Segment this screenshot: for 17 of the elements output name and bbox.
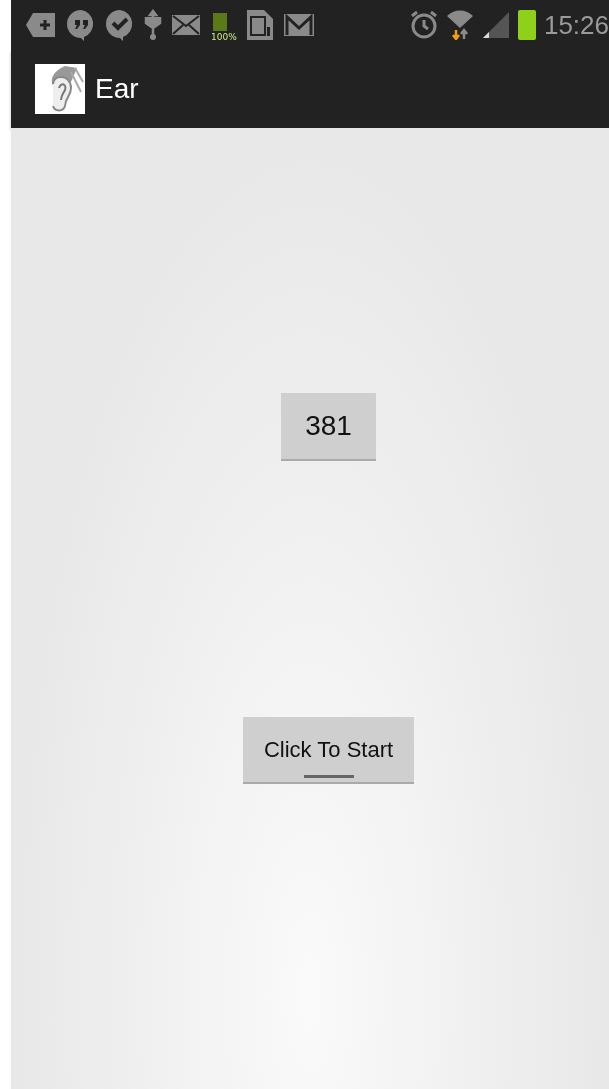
wifi-icon	[445, 10, 474, 40]
add-tag-icon	[25, 11, 57, 39]
envelope-icon	[171, 14, 201, 36]
sd-card-icon	[246, 9, 274, 41]
signal-icon	[481, 11, 510, 39]
chat-bubble-icon	[66, 9, 96, 41]
alarm-clock-icon	[409, 10, 438, 40]
counter-display[interactable]: 381	[281, 393, 376, 461]
start-button[interactable]: Click To Start	[243, 717, 414, 784]
check-bubble-icon	[105, 9, 135, 41]
battery-icon	[517, 10, 536, 40]
focus-indicator	[304, 775, 354, 778]
clock-time: 15:26	[543, 9, 609, 41]
mail-icon	[283, 13, 315, 37]
app-title: Ear	[95, 73, 139, 105]
usb-icon	[144, 9, 162, 41]
battery-percent-text: 100%	[211, 32, 237, 42]
